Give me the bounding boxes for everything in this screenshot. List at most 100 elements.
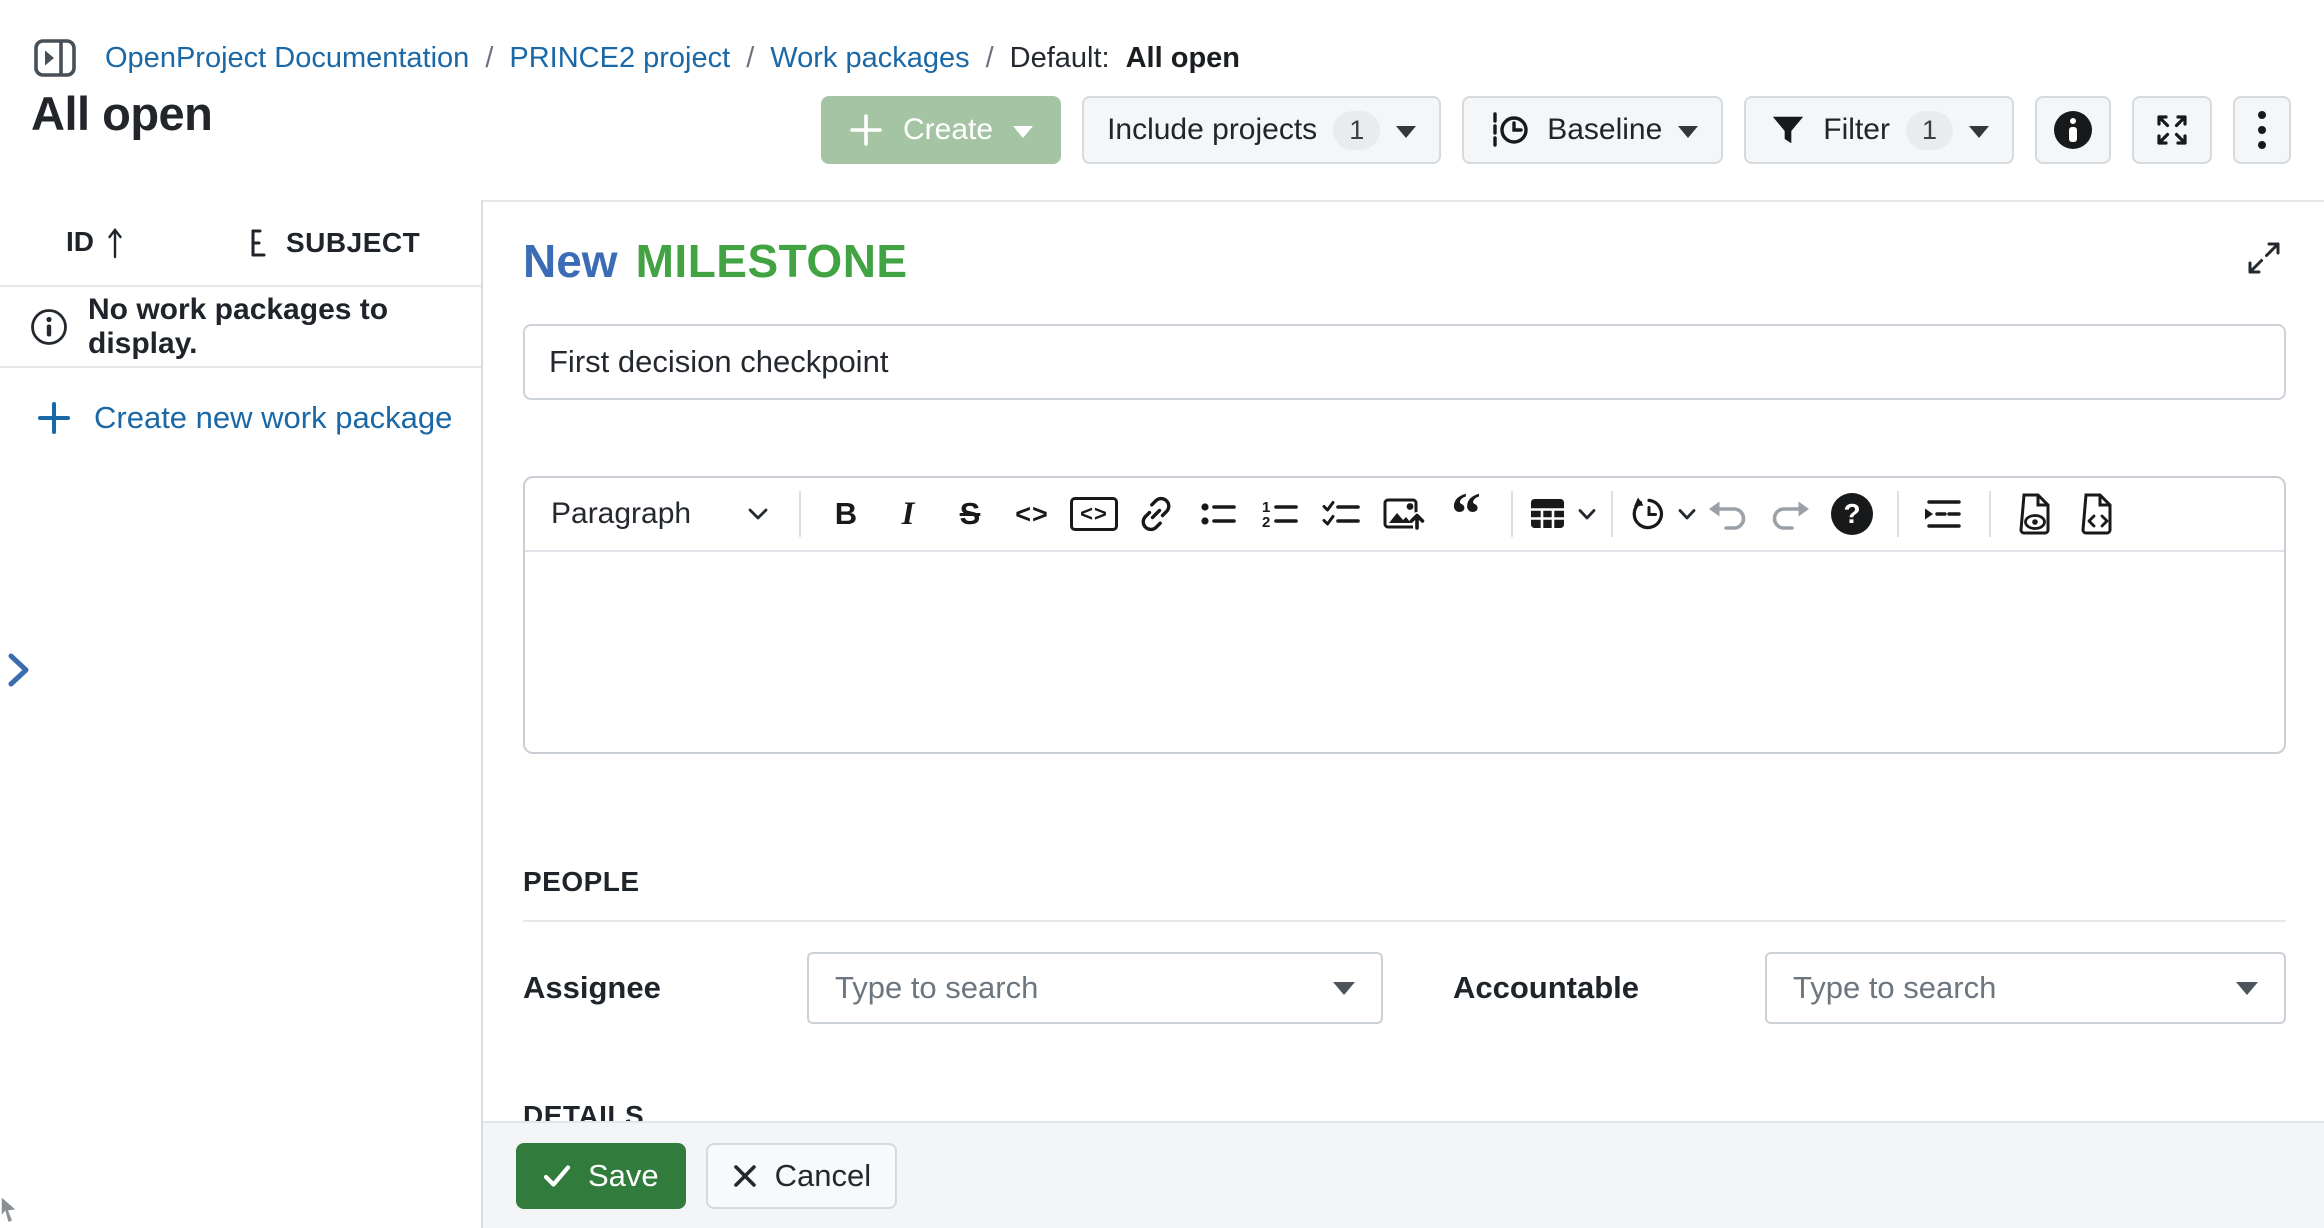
baseline-label: Baseline	[1547, 113, 1662, 147]
breadcrumb-current-prefix: Default:	[1010, 42, 1110, 75]
cancel-button[interactable]: Cancel	[706, 1143, 898, 1209]
description-editor-body[interactable]	[525, 552, 2284, 750]
bulleted-list-button[interactable]	[1187, 485, 1249, 543]
cancel-button-label: Cancel	[775, 1158, 872, 1194]
show-history-button[interactable]	[1627, 485, 1697, 543]
hierarchy-icon	[246, 227, 272, 259]
subject-column-header[interactable]: SUBJECT	[246, 227, 420, 259]
bold-button[interactable]: B	[815, 485, 877, 543]
create-new-work-package-label: Create new work package	[94, 400, 452, 436]
breadcrumb-separator: /	[746, 42, 754, 75]
description-rich-text-editor: Paragraph B I S <> <>	[523, 476, 2286, 754]
link-button[interactable]	[1125, 485, 1187, 543]
subject-column-label: SUBJECT	[286, 227, 420, 259]
save-button-label: Save	[588, 1158, 659, 1194]
kebab-menu-icon	[2252, 111, 2272, 149]
save-button[interactable]: Save	[516, 1143, 686, 1209]
code-block-icon: <>	[1070, 497, 1118, 531]
preview-button[interactable]	[2005, 485, 2067, 543]
fullscreen-expand-icon	[2151, 109, 2193, 151]
assignee-select[interactable]: Type to search	[807, 952, 1383, 1024]
subject-input[interactable]	[523, 324, 2286, 400]
undo-button[interactable]	[1697, 485, 1759, 543]
strikethrough-button[interactable]: S	[939, 485, 1001, 543]
filter-label: Filter	[1823, 113, 1890, 147]
assignee-label: Assignee	[523, 970, 807, 1006]
breadcrumb-link-project-root[interactable]: OpenProject Documentation	[105, 42, 469, 75]
breadcrumb-separator: /	[986, 42, 994, 75]
include-projects-label: Include projects	[1107, 113, 1317, 147]
breadcrumb-link-project[interactable]: PRINCE2 project	[509, 42, 730, 75]
breadcrumb-separator: /	[485, 42, 493, 75]
info-button[interactable]	[2035, 96, 2111, 164]
include-projects-button[interactable]: Include projects 1	[1082, 96, 1441, 164]
assignee-field: Assignee Type to search	[523, 952, 1383, 1024]
people-section-header: PEOPLE	[523, 866, 2286, 922]
filter-funnel-icon	[1769, 111, 1807, 149]
paragraph-style-dropdown[interactable]: Paragraph	[537, 497, 785, 531]
accountable-label: Accountable	[1453, 970, 1765, 1006]
chevron-down-icon	[1969, 126, 1989, 138]
accountable-select[interactable]: Type to search	[1765, 952, 2286, 1024]
chevron-down-icon	[1013, 126, 1033, 138]
create-button-label: Create	[903, 113, 993, 147]
block-quote-button[interactable]: “	[1435, 485, 1497, 543]
numbered-list-button[interactable]: 1 2	[1249, 485, 1311, 543]
toolbar-separator	[799, 491, 801, 537]
top-actions-toolbar: Create Include projects 1 Baseline Filte…	[821, 96, 2291, 164]
close-icon	[732, 1163, 758, 1189]
filter-button[interactable]: Filter 1	[1744, 96, 2014, 164]
toolbar-separator	[1611, 491, 1613, 537]
work-package-detail-panel: New MILESTONE Paragraph B I S <> <>	[483, 200, 2324, 1228]
toolbar-separator	[1897, 491, 1899, 537]
create-button[interactable]: Create	[821, 96, 1061, 164]
info-outline-icon	[30, 308, 68, 346]
create-new-work-package-link[interactable]: Create new work package	[0, 400, 481, 436]
sidebar-toggle-icon	[33, 36, 77, 80]
check-icon	[543, 1164, 571, 1188]
svg-text:2: 2	[1262, 514, 1270, 531]
sidebar-toggle-button[interactable]	[33, 36, 77, 80]
id-column-header[interactable]: ID	[66, 226, 124, 260]
code-block-button[interactable]: <>	[1063, 485, 1125, 543]
italic-button[interactable]: I	[877, 485, 939, 543]
info-icon	[2054, 111, 2092, 149]
table-header-row: ID SUBJECT	[0, 200, 481, 287]
help-button[interactable]: ?	[1821, 485, 1883, 543]
assignee-placeholder: Type to search	[835, 970, 1038, 1006]
work-package-type-selector[interactable]: MILESTONE	[636, 234, 908, 288]
people-fields-row: Assignee Type to search Accountable Type…	[523, 952, 2286, 1024]
fullscreen-button[interactable]	[2132, 96, 2212, 164]
empty-table-message: No work packages to display.	[88, 293, 481, 361]
redo-button[interactable]	[1759, 485, 1821, 543]
paragraph-style-label: Paragraph	[551, 497, 691, 531]
inline-code-button[interactable]: <>	[1001, 485, 1063, 543]
accountable-placeholder: Type to search	[1793, 970, 1996, 1006]
more-options-button[interactable]	[2233, 96, 2291, 164]
breadcrumb-link-work-packages[interactable]: Work packages	[770, 42, 969, 75]
insert-table-button[interactable]	[1527, 485, 1597, 543]
id-column-label: ID	[66, 226, 94, 258]
select-caret-icon	[1333, 982, 1355, 995]
select-caret-icon	[2236, 982, 2258, 995]
filter-count-badge: 1	[1906, 111, 1953, 150]
baseline-icon	[1487, 108, 1531, 152]
insert-image-button[interactable]	[1373, 485, 1435, 543]
expand-sidebar-chevron[interactable]	[6, 650, 32, 690]
toolbar-separator	[1511, 491, 1513, 537]
page-title: All open	[31, 86, 212, 141]
baseline-button[interactable]: Baseline	[1462, 96, 1723, 164]
editor-toolbar: Paragraph B I S <> <>	[525, 478, 2284, 552]
source-code-button[interactable]	[2067, 485, 2129, 543]
new-label: New	[523, 234, 618, 288]
insert-macro-button[interactable]	[1913, 485, 1975, 543]
accountable-field: Accountable Type to search	[1453, 952, 2286, 1024]
breadcrumb: OpenProject Documentation / PRINCE2 proj…	[33, 36, 1240, 80]
sort-ascending-icon	[106, 226, 124, 260]
work-package-table-panel: ID SUBJECT No work packages to display. …	[0, 200, 483, 1228]
detail-form-heading: New MILESTONE	[523, 232, 2286, 290]
plus-icon	[36, 400, 72, 436]
open-fullscreen-view-button[interactable]	[2244, 238, 2284, 278]
breadcrumb-current-page: All open	[1126, 42, 1240, 75]
to-do-list-button[interactable]	[1311, 485, 1373, 543]
